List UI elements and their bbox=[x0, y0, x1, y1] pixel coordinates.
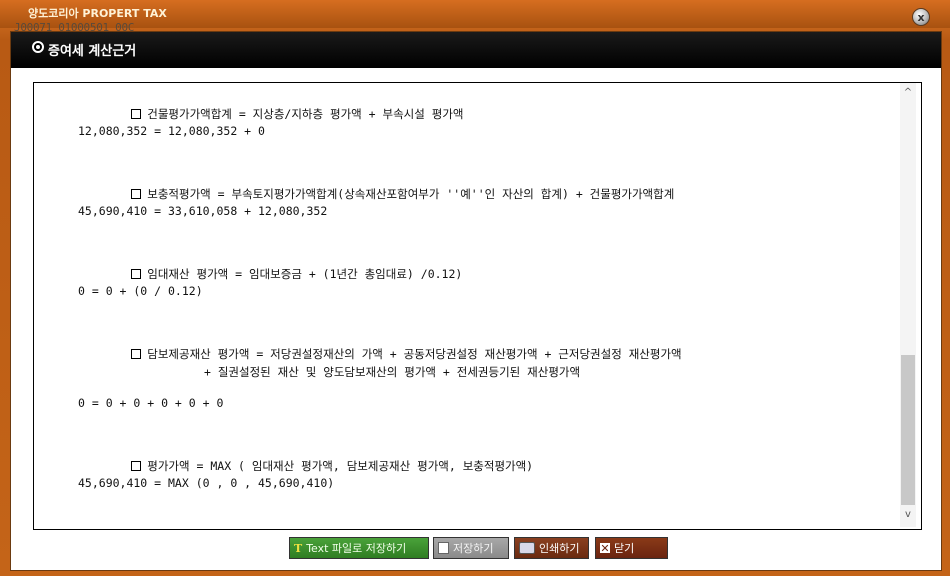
checkbox-square-icon bbox=[131, 349, 142, 359]
button-bar: T Text 파일로 저장하기 저장하기 인쇄하기 ✕ 닫기 bbox=[11, 537, 941, 561]
save-text-file-label: Text 파일로 저장하기 bbox=[306, 542, 407, 555]
scroll-up-icon[interactable]: ^ bbox=[900, 85, 916, 101]
app-title: 양도코리아 PROPERT TAX bbox=[28, 7, 167, 20]
section-heading-text: 담보제공재산 평가액 = 저당권설정재산의 가액 + 공동저당권설정 재산평가액… bbox=[147, 347, 682, 361]
print-label: 인쇄하기 bbox=[539, 542, 580, 555]
save-button[interactable]: 저장하기 bbox=[433, 537, 509, 559]
section-heading-text: 임대재산 평가액 = 임대보증금 + (1년간 총임대료) /0.12) bbox=[147, 267, 463, 281]
printer-icon bbox=[519, 542, 535, 554]
save-text-file-button[interactable]: T Text 파일로 저장하기 bbox=[289, 537, 429, 559]
checkbox-square-icon bbox=[131, 461, 142, 471]
checkbox-square-icon bbox=[131, 189, 142, 199]
radio-bullet-icon bbox=[32, 41, 44, 53]
section-calculation: 12,080,352 = 12,080,352 + 0 bbox=[78, 124, 265, 138]
close-label: 닫기 bbox=[614, 542, 635, 555]
close-button[interactable]: ✕ 닫기 bbox=[595, 537, 668, 559]
save-label: 저장하기 bbox=[453, 542, 494, 555]
section-heading-text: 건물평가가액합계 = 지상층/지하층 평가액 + 부속시설 평가액 bbox=[147, 107, 464, 121]
close-icon: ✕ bbox=[600, 542, 610, 555]
calculation-content-box[interactable]: 건물평가가액합계 = 지상층/지하층 평가액 + 부속시설 평가액 12,080… bbox=[33, 82, 922, 530]
section-calculation: 0 = 0 + (0 / 0.12) bbox=[78, 284, 203, 298]
section-calculation: 45,690,410 = MAX (0 , 0 , 45,690,410) bbox=[78, 476, 335, 490]
scrollbar-thumb[interactable] bbox=[901, 355, 915, 505]
app-window: 양도코리아 PROPERT TAX x J00071_01000501_00C … bbox=[0, 0, 950, 576]
section-calculation: 0 = 0 + 0 + 0 + 0 + 0 bbox=[78, 396, 224, 410]
close-icon[interactable]: x bbox=[912, 8, 930, 26]
section-continuation: + 질권설정된 재산 및 양도담보재산의 평가액 + 전세권등기된 재산평가액 bbox=[204, 365, 581, 379]
dialog-title: 증여세 계산근거 bbox=[48, 44, 137, 59]
calculation-dialog: 증여세 계산근거 건물평가가액합계 = 지상층/지하층 평가액 + 부속시설 평… bbox=[10, 31, 942, 571]
section-heading-text: 평가가액 = MAX ( 임대재산 평가액, 담보제공재산 평가액, 보충적평가… bbox=[147, 459, 534, 473]
scroll-down-icon[interactable]: v bbox=[900, 507, 916, 523]
vertical-scrollbar[interactable]: ^ v bbox=[900, 83, 916, 527]
text-icon: T bbox=[294, 541, 303, 555]
dialog-header: 증여세 계산근거 bbox=[11, 32, 941, 68]
checkbox-square-icon bbox=[131, 269, 142, 279]
title-bar[interactable]: 양도코리아 PROPERT TAX x bbox=[0, 0, 950, 28]
checkbox-square-icon bbox=[131, 109, 142, 119]
print-button[interactable]: 인쇄하기 bbox=[514, 537, 589, 559]
calculation-content: 건물평가가액합계 = 지상층/지하층 평가액 + 부속시설 평가액 12,080… bbox=[34, 83, 900, 529]
section-calculation: 45,690,410 = 33,610,058 + 12,080,352 bbox=[78, 204, 328, 218]
floppy-disk-icon bbox=[438, 542, 449, 554]
section-heading-text: 보충적평가액 = 부속토지평가가액합계(상속재산포함여부가 ''예''인 자산의… bbox=[147, 187, 675, 201]
